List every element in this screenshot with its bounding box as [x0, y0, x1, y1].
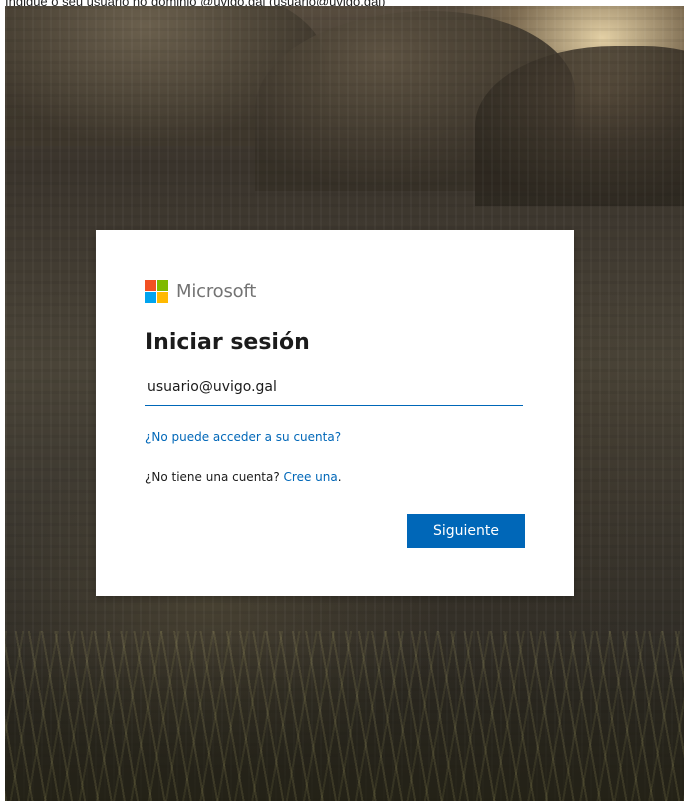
microsoft-logo-icon: [145, 279, 168, 303]
logo-square-green: [157, 279, 168, 291]
logo-square-blue: [145, 291, 156, 303]
create-account-link[interactable]: Cree una: [284, 470, 338, 484]
cant-access-account-link[interactable]: ¿No puede acceder a su cuenta?: [145, 430, 341, 444]
logo-square-yellow: [157, 291, 168, 303]
background-grass: [5, 631, 684, 801]
no-account-text: ¿No tiene una cuenta? Cree una.: [145, 470, 342, 484]
email-field[interactable]: [145, 366, 523, 406]
logo-square-red: [145, 279, 156, 291]
no-account-label: ¿No tiene una cuenta?: [145, 470, 284, 484]
next-button[interactable]: Siguiente: [407, 514, 525, 548]
signin-card: Microsoft Iniciar sesión ¿No puede acced…: [96, 230, 574, 596]
no-account-suffix: .: [337, 470, 342, 484]
microsoft-logo: Microsoft: [145, 278, 256, 304]
page-title: Iniciar sesión: [145, 330, 310, 355]
email-field-container: [145, 366, 523, 408]
microsoft-wordmark: Microsoft: [176, 280, 257, 302]
